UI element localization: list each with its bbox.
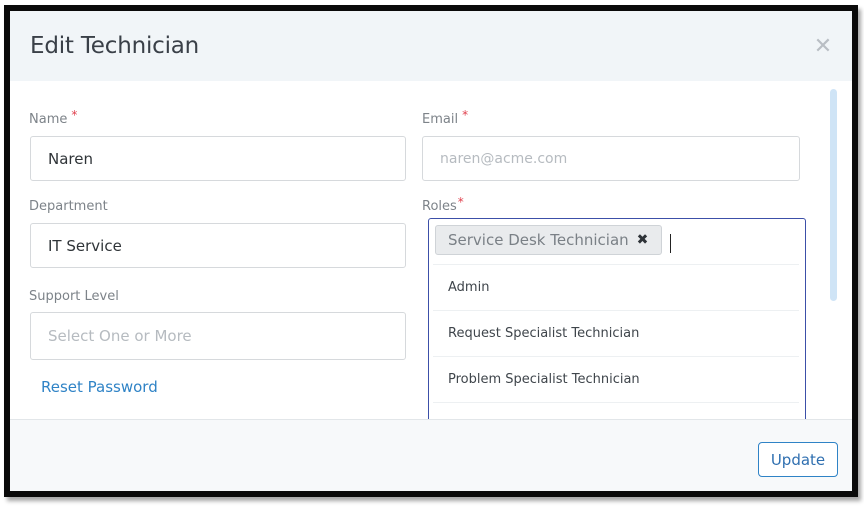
department-input[interactable]: IT Service [30, 223, 406, 268]
roles-label: Roles* [422, 195, 464, 214]
reset-password-link[interactable]: Reset Password [41, 378, 158, 396]
email-label-text: Email [422, 112, 459, 127]
email-input[interactable]: naren@acme.com [422, 136, 800, 181]
text-cursor [670, 234, 671, 253]
role-option-admin[interactable]: Admin [433, 264, 799, 310]
required-mark: * [457, 195, 464, 209]
selected-role-label: Service Desk Technician [448, 231, 629, 249]
edit-technician-dialog: Edit Technician ✕ Name * Naren Email * nar… [4, 5, 858, 497]
name-label: Name * [29, 108, 77, 127]
role-option-request-specialist[interactable]: Request Specialist Technician [433, 310, 799, 356]
support-level-select[interactable]: Select One or More [30, 312, 406, 360]
name-input[interactable]: Naren [30, 136, 406, 181]
required-mark: * [71, 108, 78, 122]
support-level-placeholder: Select One or More [48, 327, 192, 345]
dialog-header: Edit Technician ✕ [10, 11, 852, 81]
support-level-label: Support Level [29, 289, 119, 304]
roles-multiselect[interactable]: Service Desk Technician ✖ Admin Request … [428, 218, 806, 448]
close-icon[interactable]: ✖ [637, 232, 649, 248]
scrollbar[interactable] [830, 89, 837, 301]
roles-label-text: Roles [422, 199, 457, 214]
email-label: Email * [422, 108, 468, 127]
selected-role-chip: Service Desk Technician ✖ [435, 225, 662, 255]
required-mark: * [462, 108, 469, 122]
department-label: Department [29, 199, 108, 214]
name-label-text: Name [29, 112, 68, 127]
dialog-footer: Update [10, 419, 852, 491]
update-button[interactable]: Update [758, 442, 838, 477]
department-input-value: IT Service [48, 236, 122, 255]
role-option-problem-specialist[interactable]: Problem Specialist Technician [433, 356, 799, 402]
close-icon[interactable]: ✕ [812, 35, 834, 57]
dialog-title: Edit Technician [30, 33, 200, 59]
email-placeholder: naren@acme.com [440, 150, 568, 167]
name-input-value: Naren [48, 149, 93, 168]
